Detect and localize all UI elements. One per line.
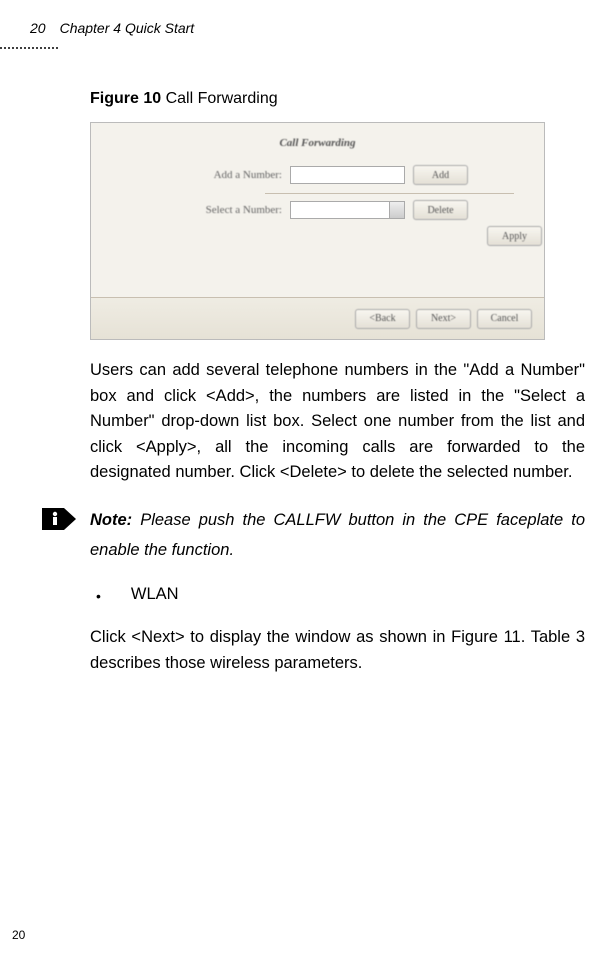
figure-label: Figure 10 bbox=[90, 90, 161, 107]
note-label: Note: bbox=[90, 511, 132, 529]
info-arrow-icon bbox=[42, 508, 76, 530]
back-button[interactable]: <Back bbox=[355, 309, 410, 329]
cancel-button[interactable]: Cancel bbox=[477, 309, 532, 329]
note-block: Note: Please push the CALLFW button in t… bbox=[42, 506, 585, 565]
dialog-title: Call Forwarding bbox=[91, 123, 544, 149]
select-number-label: Select a Number: bbox=[177, 204, 282, 216]
header-chapter-title: Chapter 4 Quick Start bbox=[60, 20, 195, 36]
apply-button[interactable]: Apply bbox=[487, 226, 542, 246]
select-number-dropdown[interactable] bbox=[290, 201, 405, 219]
content-area: Figure 10 Call Forwarding Call Forwardin… bbox=[90, 90, 585, 676]
delete-button[interactable]: Delete bbox=[413, 200, 468, 220]
running-header: 20 Chapter 4 Quick Start bbox=[30, 20, 601, 36]
select-number-row: Select a Number: Delete bbox=[177, 200, 544, 220]
page: 20 Chapter 4 Quick Start Figure 10 Call … bbox=[0, 0, 613, 964]
dialog-bottom-bar: <Back Next> Cancel bbox=[91, 297, 544, 339]
bullet-label: WLAN bbox=[131, 585, 179, 607]
figure-caption: Figure 10 Call Forwarding bbox=[90, 90, 585, 108]
figure-image: Call Forwarding Add a Number: Add Select… bbox=[90, 122, 545, 340]
header-dots-decoration bbox=[0, 46, 58, 49]
add-number-label: Add a Number: bbox=[177, 169, 282, 181]
add-number-row: Add a Number: Add bbox=[177, 165, 544, 185]
bullet-dot-icon: • bbox=[96, 585, 101, 607]
bullet-item: • WLAN bbox=[96, 585, 585, 607]
footer-page-number: 20 bbox=[12, 928, 25, 942]
form-area: Add a Number: Add Select a Number: Delet… bbox=[91, 149, 544, 246]
add-number-input[interactable] bbox=[290, 166, 405, 184]
apply-button-group: Apply bbox=[487, 226, 544, 246]
body-paragraph-1: Users can add several telephone numbers … bbox=[90, 358, 585, 486]
body-paragraph-2: Click <Next> to display the window as sh… bbox=[90, 625, 585, 676]
figure-title: Call Forwarding bbox=[166, 90, 278, 107]
header-page-number: 20 bbox=[30, 20, 46, 36]
note-text: Note: Please push the CALLFW button in t… bbox=[90, 506, 585, 565]
divider bbox=[265, 193, 514, 194]
note-body: Please push the CALLFW button in the CPE… bbox=[90, 511, 585, 559]
next-button[interactable]: Next> bbox=[416, 309, 471, 329]
add-button[interactable]: Add bbox=[413, 165, 468, 185]
